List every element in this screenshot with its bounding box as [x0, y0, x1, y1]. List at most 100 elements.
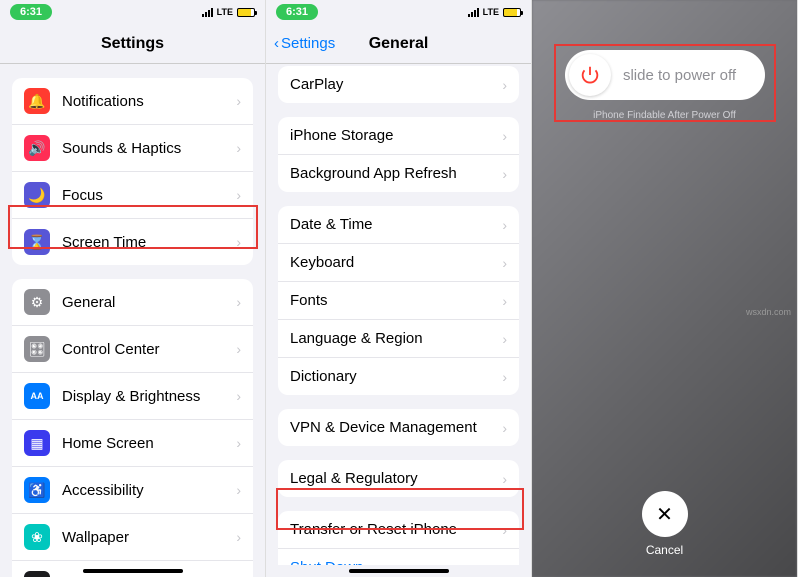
home-indicator[interactable] — [83, 569, 183, 573]
row-language-region[interactable]: Language & Region› — [278, 320, 519, 358]
row-label: Accessibility — [62, 482, 236, 499]
close-icon: ✕ — [656, 502, 673, 527]
status-icons: LTE — [202, 7, 255, 17]
settings-list[interactable]: 🔔Notifications›🔊Sounds & Haptics›🌙Focus›… — [0, 64, 265, 577]
bell-icon: 🔔 — [24, 88, 50, 114]
row-screen-time[interactable]: ⌛ Screen Time› — [12, 219, 253, 265]
chevron-right-icon: › — [236, 435, 241, 451]
row-label: Dictionary — [290, 368, 502, 385]
chevron-right-icon: › — [502, 293, 507, 309]
hourglass-icon: ⌛ — [24, 229, 50, 255]
general-list[interactable]: CarPlay›iPhone Storage›Background App Re… — [266, 52, 531, 565]
home-indicator[interactable] — [349, 569, 449, 573]
power-off-slider[interactable]: slide to power off — [565, 50, 765, 100]
back-label: Settings — [281, 35, 335, 52]
row-label: iPhone Storage — [290, 127, 502, 144]
chevron-right-icon: › — [236, 294, 241, 310]
row-label: Transfer or Reset iPhone — [290, 521, 502, 538]
flower-icon: ❀ — [24, 524, 50, 550]
row-label: Date & Time — [290, 216, 502, 233]
chevron-right-icon: › — [502, 522, 507, 538]
row-control-center[interactable]: 🎛Control Center› — [12, 326, 253, 373]
cancel-button[interactable]: ✕ — [642, 491, 688, 537]
row-legal-regulatory[interactable]: Legal & Regulatory› — [278, 460, 519, 497]
findable-text[interactable]: iPhone Findable After Power Off — [565, 110, 765, 121]
general-panel: 6:31 LTE ‹ Settings General CarPlay›iPho… — [266, 0, 532, 577]
row-label: Legal & Regulatory — [290, 470, 502, 487]
row-label: Display & Brightness — [62, 388, 236, 405]
row-label: Fonts — [290, 292, 502, 309]
power-icon[interactable] — [569, 54, 611, 96]
aa-icon: AA — [24, 383, 50, 409]
siri-icon: ◉ — [24, 571, 50, 577]
header: ‹ Settings General — [266, 24, 531, 64]
power-off-panel: slide to power off iPhone Findable After… — [532, 0, 798, 577]
chevron-right-icon: › — [502, 217, 507, 233]
row-fonts[interactable]: Fonts› — [278, 282, 519, 320]
row-background-app-refresh[interactable]: Background App Refresh› — [278, 155, 519, 192]
row-label: VPN & Device Management — [290, 419, 502, 436]
status-bar: 6:31 LTE — [0, 0, 265, 24]
cancel-label: Cancel — [642, 543, 688, 557]
row-label: CarPlay — [290, 76, 502, 93]
row-label: Focus — [62, 187, 236, 204]
chevron-right-icon: › — [236, 93, 241, 109]
row-keyboard[interactable]: Keyboard› — [278, 244, 519, 282]
chevron-right-icon: › — [236, 388, 241, 404]
row-focus[interactable]: 🌙 Focus› — [12, 172, 253, 219]
row-label: Sounds & Haptics — [62, 140, 236, 157]
chevron-right-icon: › — [502, 331, 507, 347]
row-shut-down[interactable]: Shut Down — [278, 549, 519, 565]
chevron-right-icon: › — [502, 369, 507, 385]
row-transfer-or-reset-iphone[interactable]: Transfer or Reset iPhone› — [278, 511, 519, 549]
chevron-right-icon: › — [502, 255, 507, 271]
chevron-right-icon: › — [236, 234, 241, 250]
chevron-right-icon: › — [236, 187, 241, 203]
row-accessibility[interactable]: ♿ Accessibility› — [12, 467, 253, 514]
gear-icon: ⚙ — [24, 289, 50, 315]
row-notifications[interactable]: 🔔 Notifications› — [12, 78, 253, 125]
row-date-time[interactable]: Date & Time› — [278, 206, 519, 244]
chevron-right-icon: › — [236, 482, 241, 498]
row-label: Background App Refresh — [290, 165, 502, 182]
row-display-brightness[interactable]: AA Display & Brightness› — [12, 373, 253, 420]
chevron-right-icon: › — [502, 77, 507, 93]
back-button[interactable]: ‹ Settings — [274, 35, 335, 52]
status-time: 6:31 — [10, 4, 52, 20]
chevron-right-icon: › — [502, 166, 507, 182]
speaker-icon: 🔊 — [24, 135, 50, 161]
row-vpn-device-management[interactable]: VPN & Device Management› — [278, 409, 519, 446]
row-label: Home Screen — [62, 435, 236, 452]
chevron-right-icon: › — [502, 420, 507, 436]
row-home-screen[interactable]: ▦ Home Screen› — [12, 420, 253, 467]
page-title: Settings — [101, 35, 164, 53]
watermark: wsxdn.com — [746, 307, 791, 317]
grid-icon: ▦ — [24, 430, 50, 456]
row-iphone-storage[interactable]: iPhone Storage› — [278, 117, 519, 155]
settings-panel: 6:31 LTE Settings 🔔Notifications›🔊Sounds… — [0, 0, 266, 577]
row-label: Keyboard — [290, 254, 502, 271]
row-label: Notifications — [62, 93, 236, 110]
row-general[interactable]: ⚙ General› — [12, 279, 253, 326]
row-dictionary[interactable]: Dictionary› — [278, 358, 519, 395]
slide-label: slide to power off — [611, 67, 761, 84]
row-label: Control Center — [62, 341, 236, 358]
chevron-right-icon: › — [236, 529, 241, 545]
row-label: Screen Time — [62, 234, 236, 251]
chevron-right-icon: › — [236, 140, 241, 156]
row-label: Wallpaper — [62, 529, 236, 546]
person-icon: ♿ — [24, 477, 50, 503]
status-time: 6:31 — [276, 4, 318, 20]
row-sounds-haptics[interactable]: 🔊 Sounds & Haptics› — [12, 125, 253, 172]
moon-icon: 🌙 — [24, 182, 50, 208]
chevron-right-icon: › — [502, 471, 507, 487]
row-label: Language & Region — [290, 330, 502, 347]
row-wallpaper[interactable]: ❀ Wallpaper› — [12, 514, 253, 561]
switches-icon: 🎛 — [24, 336, 50, 362]
header: Settings — [0, 24, 265, 64]
row-carplay[interactable]: CarPlay› — [278, 66, 519, 103]
chevron-right-icon: › — [502, 128, 507, 144]
row-label: General — [62, 294, 236, 311]
status-icons: LTE — [468, 7, 521, 17]
row-label: Shut Down — [290, 559, 507, 565]
